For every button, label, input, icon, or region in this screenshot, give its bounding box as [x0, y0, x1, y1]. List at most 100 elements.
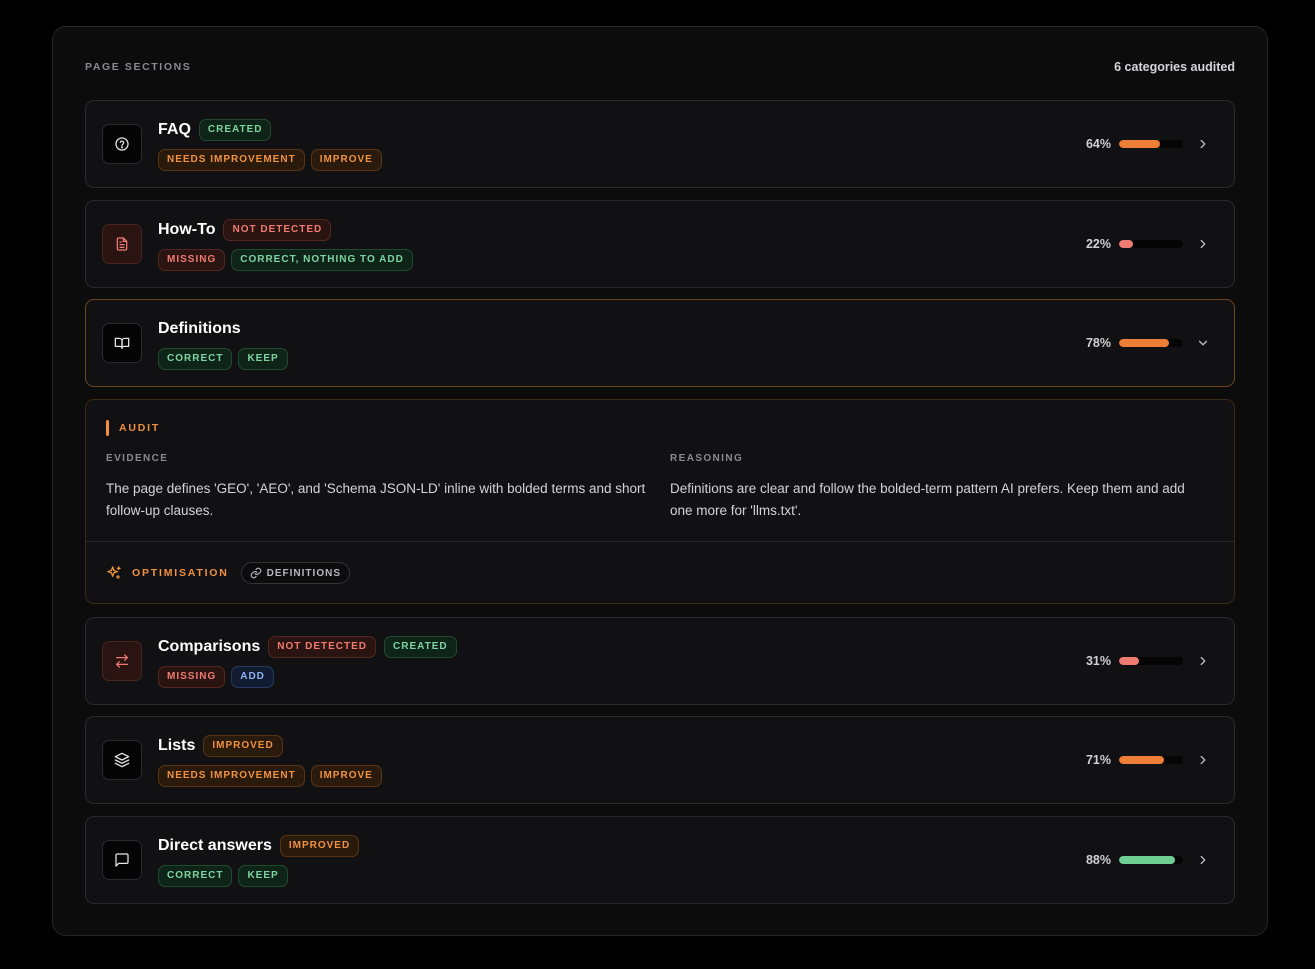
question-circle-icon	[115, 137, 129, 151]
row-icon-box	[102, 323, 142, 363]
score-bar-fill	[1119, 140, 1160, 148]
chevron-right-icon[interactable]	[1196, 753, 1210, 767]
row-icon-box	[102, 224, 142, 264]
tag-badge: IMPROVE	[310, 149, 382, 171]
tag-badge: NEEDS IMPROVEMENT	[158, 765, 305, 787]
row-tags: MISSING CORRECT, NOTHING TO ADD	[158, 249, 413, 271]
score-bar-fill	[1119, 856, 1176, 864]
swap-arrows-icon	[116, 654, 128, 668]
row-icon-box	[102, 840, 142, 880]
score-percent: 88%	[1085, 853, 1111, 867]
row-title-line: FAQ CREATED	[158, 119, 272, 141]
row-title-line: Definitions	[158, 318, 241, 340]
row-title: Direct answers	[158, 837, 272, 854]
optimisation-line: OPTIMISATION DEFINITIONS	[106, 562, 350, 584]
row-score: 64%	[1079, 135, 1210, 153]
row-score: 88%	[1079, 851, 1210, 869]
layers-icon	[114, 752, 130, 768]
link-icon	[250, 567, 261, 579]
status-badge: IMPROVED	[279, 835, 360, 857]
chevron-down-icon[interactable]	[1196, 336, 1210, 350]
panel-header: PAGE SECTIONS 6 categories audited	[85, 60, 1235, 74]
row-tags: NEEDS IMPROVEMENT IMPROVE	[158, 765, 382, 787]
row-icon-box	[102, 641, 142, 681]
evidence-label: EVIDENCE	[106, 453, 169, 464]
row-score: 71%	[1079, 751, 1210, 769]
row-title-line: Lists IMPROVED	[158, 735, 283, 757]
row-score: 22%	[1079, 235, 1210, 253]
section-row-lists[interactable]: Lists IMPROVED NEEDS IMPROVEMENT IMPROVE …	[85, 716, 1235, 804]
score-percent: 64%	[1085, 137, 1111, 151]
reasoning-column: REASONING Definitions are clear and foll…	[670, 453, 1210, 522]
reasoning-text: Definitions are clear and follow the bol…	[670, 481, 1185, 518]
tag-badge: ADD	[231, 666, 274, 688]
section-row-how-to[interactable]: How-To NOT DETECTED MISSING CORRECT, NOTH…	[85, 200, 1235, 288]
score-bar	[1119, 657, 1183, 665]
score-bar	[1119, 240, 1183, 248]
status-badge: NOT DETECTED	[268, 636, 377, 658]
status-badge: IMPROVED	[203, 735, 283, 757]
audit-divider	[86, 541, 1234, 542]
chip-label: DEFINITIONS	[266, 567, 341, 579]
page-sections-panel: PAGE SECTIONS 6 categories audited FAQ C…	[52, 26, 1268, 936]
score-percent: 31%	[1085, 654, 1111, 668]
row-title: Lists	[158, 737, 196, 754]
score-bar-fill	[1119, 339, 1169, 347]
score-bar-fill	[1119, 240, 1134, 248]
section-row-definitions[interactable]: Definitions CORRECT KEEP 78%	[85, 299, 1235, 387]
row-title: Definitions	[158, 320, 241, 337]
tag-badge: KEEP	[238, 865, 288, 887]
optimisation-title: OPTIMISATION	[132, 567, 229, 579]
score-bar-fill	[1119, 756, 1165, 764]
row-tags: MISSING ADD	[158, 666, 274, 688]
tag-badge: CORRECT	[158, 348, 233, 370]
evidence-text: The page defines 'GEO', 'AEO', and 'Sche…	[106, 481, 646, 518]
audit-header: AUDIT	[106, 420, 160, 436]
chevron-right-icon[interactable]	[1196, 137, 1210, 151]
audit-panel: AUDIT EVIDENCE The page defines 'GEO', '…	[85, 399, 1235, 604]
row-tags: NEEDS IMPROVEMENT IMPROVE	[158, 149, 382, 171]
score-percent: 78%	[1085, 336, 1111, 350]
score-bar	[1119, 339, 1183, 347]
definitions-link-chip[interactable]: DEFINITIONS	[240, 562, 350, 584]
tag-badge: IMPROVE	[310, 765, 382, 787]
row-score: 31%	[1079, 652, 1210, 670]
tag-badge: KEEP	[238, 348, 288, 370]
reasoning-label: REASONING	[670, 453, 744, 464]
document-icon	[116, 237, 128, 251]
row-title: FAQ	[158, 121, 191, 138]
section-label: PAGE SECTIONS	[85, 61, 192, 73]
chevron-right-icon[interactable]	[1196, 237, 1210, 251]
score-bar-fill	[1119, 657, 1139, 665]
audit-accent-bar	[106, 420, 109, 436]
row-score: 78%	[1079, 334, 1210, 352]
tag-badge: MISSING	[158, 666, 226, 688]
section-row-comparisons[interactable]: Comparisons NOT DETECTED CREATED MISSING A…	[85, 617, 1235, 705]
section-row-direct-answers[interactable]: Direct answers IMPROVED CORRECT KEEP 88%	[85, 816, 1235, 904]
status-badge: CREATED	[198, 119, 272, 141]
tag-badge: CORRECT, NOTHING TO ADD	[231, 249, 413, 271]
row-title-line: Direct answers IMPROVED	[158, 835, 360, 857]
audit-title: AUDIT	[119, 422, 161, 434]
section-row-faq[interactable]: FAQ CREATED NEEDS IMPROVEMENT IMPROVE 64%	[85, 100, 1235, 188]
row-tags: CORRECT KEEP	[158, 348, 288, 370]
row-title-line: How-To NOT DETECTED	[158, 219, 332, 241]
row-icon-box	[102, 124, 142, 164]
score-percent: 71%	[1085, 753, 1111, 767]
score-bar	[1119, 756, 1183, 764]
row-icon-box	[102, 740, 142, 780]
chevron-right-icon[interactable]	[1196, 654, 1210, 668]
categories-count: 6 categories audited	[1114, 60, 1235, 74]
tag-badge: MISSING	[158, 249, 226, 271]
status-badge: CREATED	[384, 636, 457, 658]
score-bar	[1119, 856, 1183, 864]
tag-badge: CORRECT	[158, 865, 233, 887]
score-percent: 22%	[1085, 237, 1111, 251]
row-title: Comparisons	[158, 638, 261, 655]
status-badge: NOT DETECTED	[223, 219, 332, 241]
row-title-line: Comparisons NOT DETECTED CREATED	[158, 636, 457, 658]
chevron-right-icon[interactable]	[1196, 853, 1210, 867]
open-book-icon	[114, 337, 130, 349]
score-bar	[1119, 140, 1183, 148]
tag-badge: NEEDS IMPROVEMENT	[158, 149, 305, 171]
